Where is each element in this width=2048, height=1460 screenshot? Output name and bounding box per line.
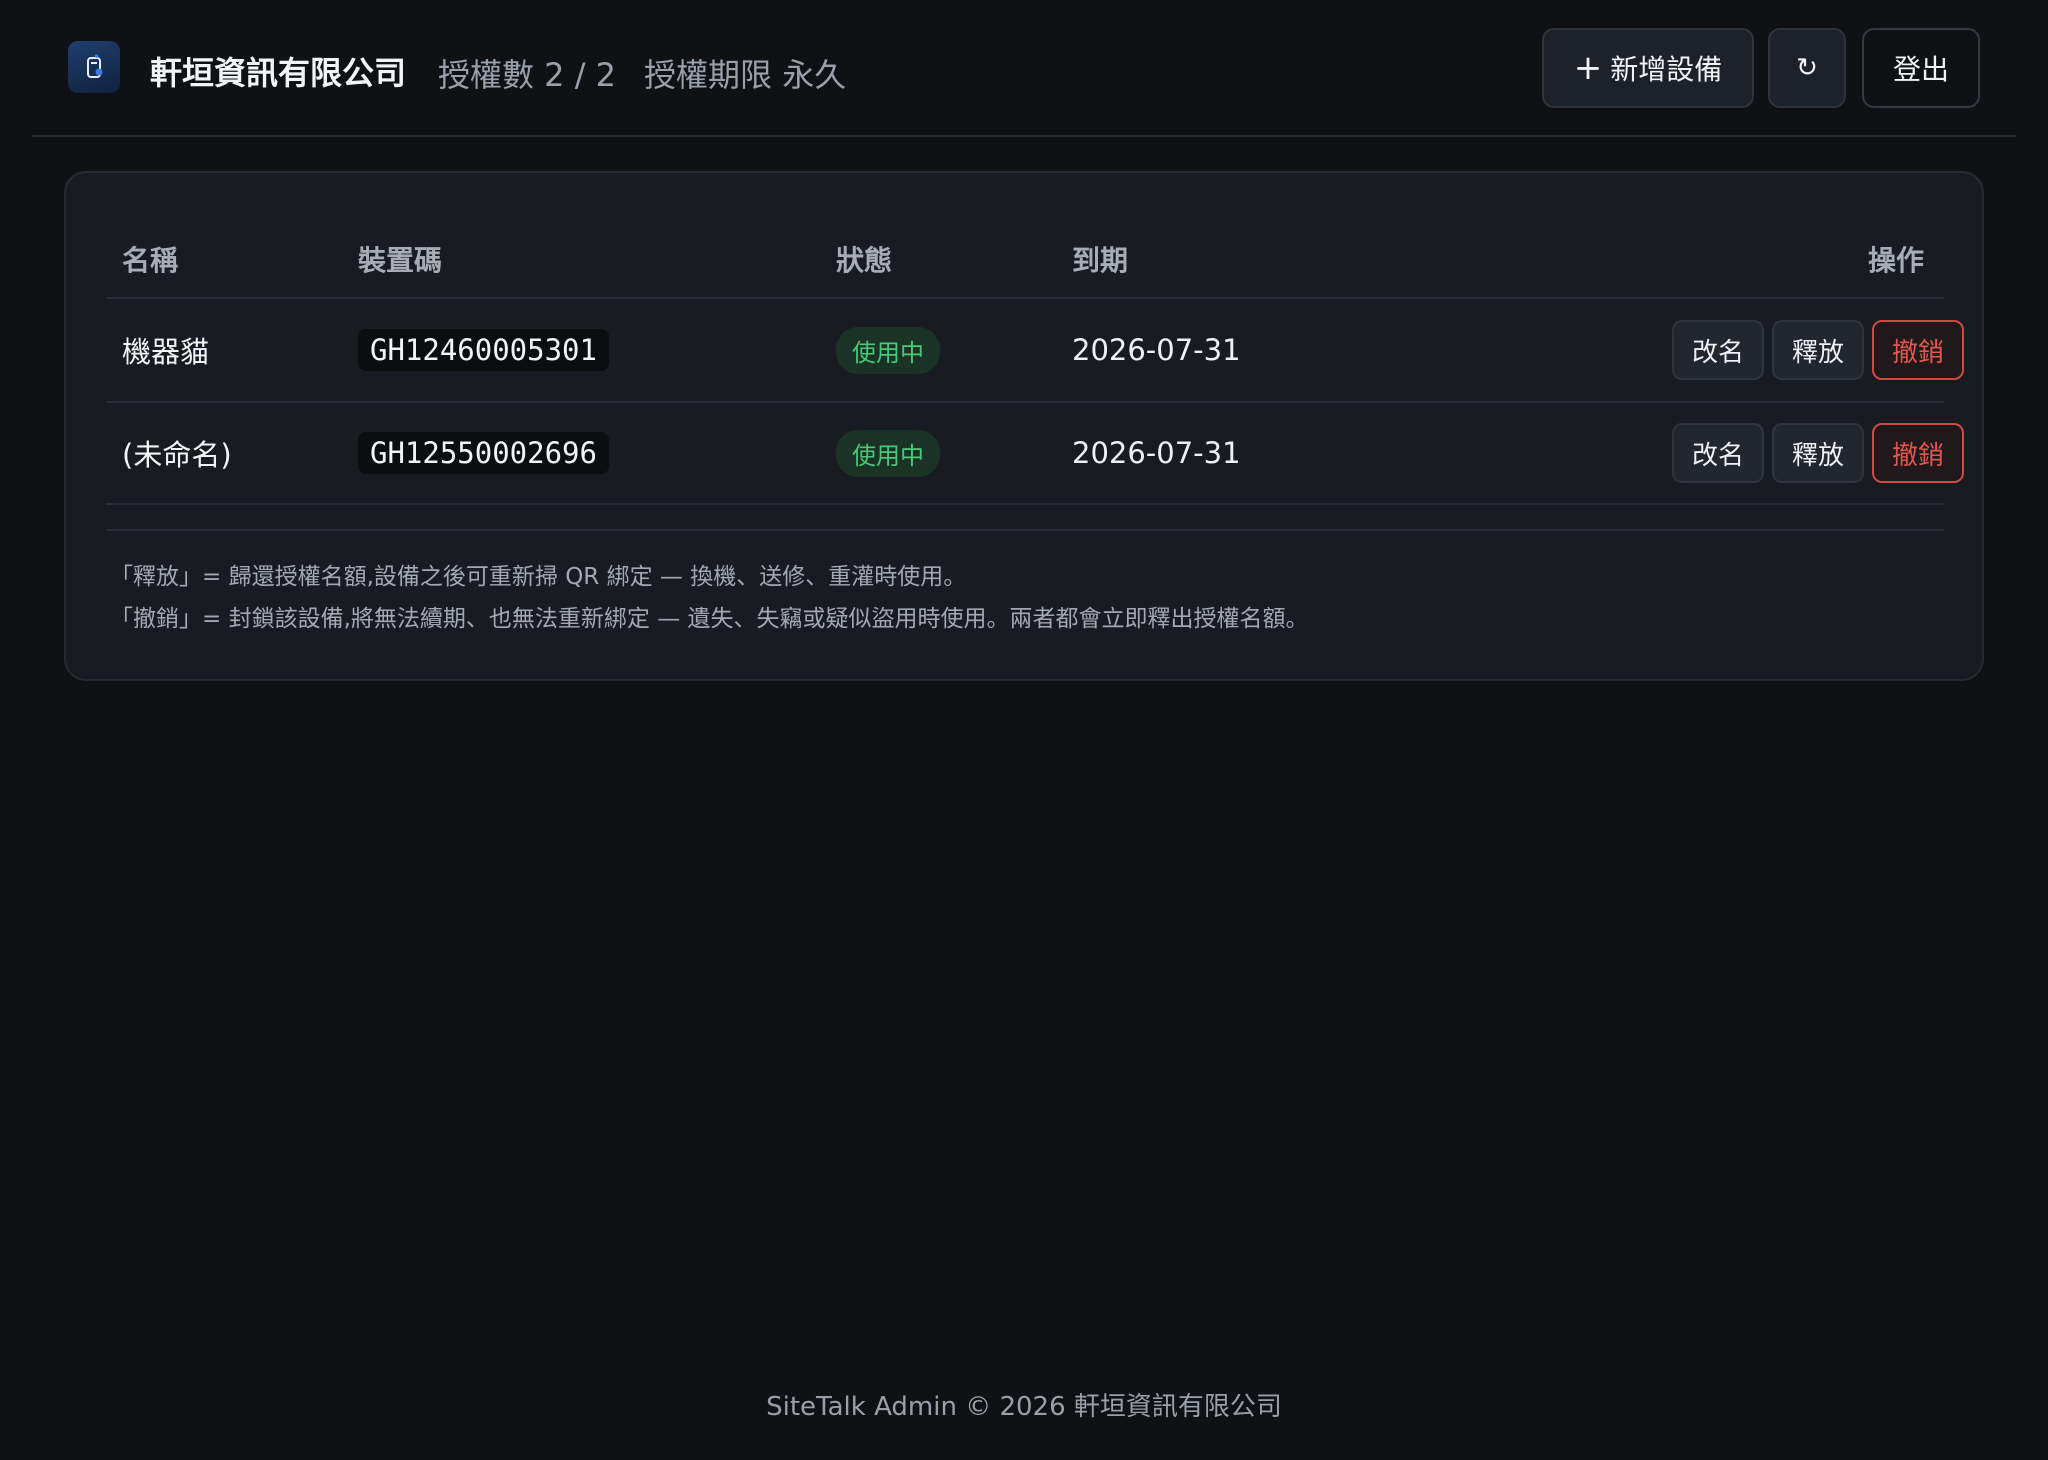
top-bar: 軒垣資訊有限公司 授權數 2 / 2 授權期限 永久 + 新增設備 ↻ 登出 [32,0,2016,137]
release-note: 「釋放」= 歸還授權名額,設備之後可重新掃 QR 綁定 — 換機、送修、重灌時使… [110,564,967,590]
divider [106,529,1944,531]
divider [106,503,1944,505]
column-header-status: 狀態 [836,244,893,277]
plus-icon: + [1573,48,1603,88]
device-code: GH12460005301 [358,299,609,401]
status-badge: 使用中 [836,402,940,504]
expiry-date: 2026-07-31 [1072,436,1241,470]
table-row: (未命名) GH12550002696 使用中 2026-07-31 改名 釋放… [106,402,1964,504]
app-logo-icon [68,41,120,93]
phone-app-icon [87,54,103,78]
add-device-label: 新增設備 [1610,53,1723,86]
revoke-note: 「撤銷」= 封鎖該設備,將無法續期、也無法重新綁定 — 遺失、失竊或疑似盜用時使… [110,606,1309,632]
column-header-actions: 操作 [1868,244,1925,277]
table-row: 機器貓 GH12460005301 使用中 2026-07-31 改名 釋放 撤… [106,299,1964,401]
expiry-date: 2026-07-31 [1072,333,1241,367]
rename-button[interactable]: 改名 [1672,320,1764,380]
refresh-icon: ↻ [1796,53,1818,83]
license-term: 授權期限 永久 [644,56,847,94]
release-button[interactable]: 釋放 [1772,320,1864,380]
logout-button[interactable]: 登出 [1862,28,1980,108]
admin-page: 軒垣資訊有限公司 授權數 2 / 2 授權期限 永久 + 新增設備 ↻ 登出 名稱… [0,0,2048,1460]
license-count: 授權數 2 / 2 [438,56,617,94]
footer-text: SiteTalk Admin © 2026 軒垣資訊有限公司 [766,1392,1282,1422]
column-header-expiry: 到期 [1072,244,1129,277]
rename-button[interactable]: 改名 [1672,423,1764,483]
add-device-button[interactable]: + 新增設備 [1542,28,1754,108]
revoke-button[interactable]: 撤銷 [1872,423,1964,483]
device-name: 機器貓 [122,335,210,369]
status-badge: 使用中 [836,299,940,401]
refresh-button[interactable]: ↻ [1768,28,1846,108]
company-name: 軒垣資訊有限公司 [150,54,407,92]
column-header-code: 裝置碼 [358,244,443,277]
revoke-button[interactable]: 撤銷 [1872,320,1964,380]
device-code: GH12550002696 [358,402,609,504]
license-info: 授權數 2 / 2 授權期限 永久 [438,50,846,96]
release-button[interactable]: 釋放 [1772,423,1864,483]
device-name: (未命名) [122,438,232,472]
column-header-name: 名稱 [122,244,179,277]
device-card: 名稱 裝置碼 狀態 到期 操作 機器貓 GH12460005301 使用中 20… [64,171,1984,681]
